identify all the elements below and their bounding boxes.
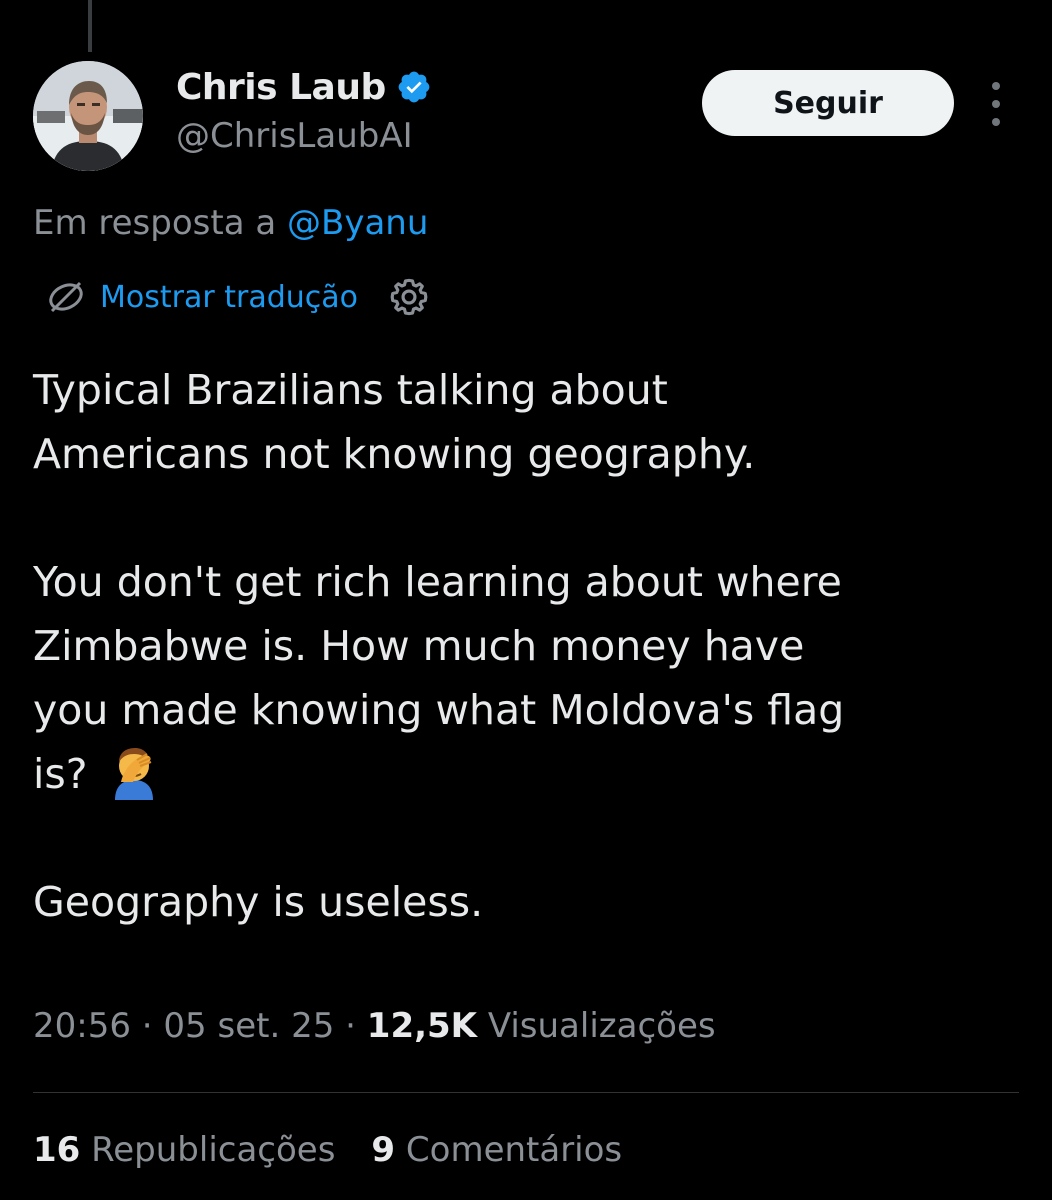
translation-row: Mostrar tradução <box>44 276 430 318</box>
reply-context-prefix: Em resposta a <box>33 203 277 243</box>
engagement-stats: 16 Republicações 9 Comentários <box>33 1130 622 1170</box>
reposts-label: Republicações <box>91 1130 336 1170</box>
views-label: Visualizações <box>487 1006 716 1046</box>
tweet-line: Americans not knowing geography. <box>33 430 756 478</box>
tweet-line: You don't get rich learning about where <box>33 558 842 606</box>
tweet-time[interactable]: 20:56 <box>33 1006 131 1046</box>
reply-mention-link[interactable]: @Byanu <box>287 203 428 243</box>
show-translation-link[interactable]: Mostrar tradução <box>100 280 358 315</box>
author-name-row: Chris Laub <box>176 64 432 110</box>
follow-button[interactable]: Seguir <box>702 70 954 136</box>
thread-connector-line <box>88 0 92 52</box>
avatar-photo <box>33 61 143 171</box>
reposts-count: 16 <box>33 1130 81 1170</box>
author-display-name[interactable]: Chris Laub <box>176 67 386 108</box>
tweet-meta: 20:56 · 05 set. 25 · 12,5K Visualizações <box>33 1006 716 1046</box>
tweet-line-with-emoji: is? <box>33 742 1033 806</box>
tweet-line: Zimbabwe is. How much money have <box>33 622 805 670</box>
reply-context: Em resposta a @Byanu <box>33 203 428 243</box>
tweet-detail-view: Chris Laub @ChrisLaubAI Seguir Em respos… <box>0 0 1052 1200</box>
globe-icon[interactable] <box>44 275 88 319</box>
comments-stat[interactable]: 9 Comentários <box>371 1130 622 1170</box>
avatar[interactable] <box>33 61 143 171</box>
meta-separator: · <box>141 1006 153 1046</box>
author-handle[interactable]: @ChrisLaubAI <box>176 116 413 156</box>
meta-separator: · <box>345 1006 356 1046</box>
comments-label: Comentários <box>405 1130 623 1170</box>
tweet-line: Typical Brazilians talking about <box>33 366 668 414</box>
verified-badge-icon <box>398 71 430 103</box>
tweet-date[interactable]: 05 set. 25 <box>163 1006 334 1046</box>
views-count: 12,5K <box>366 1006 478 1046</box>
tweet-line: is? <box>33 750 88 798</box>
comments-count: 9 <box>371 1130 396 1170</box>
tweet-line: Geography is useless. <box>33 878 484 926</box>
tweet-text: Typical Brazilians talking about America… <box>33 358 1033 934</box>
facepalm-emoji-icon <box>114 748 153 800</box>
reposts-stat[interactable]: 16 Republicações <box>33 1130 335 1170</box>
gear-icon[interactable] <box>388 276 430 318</box>
more-options-icon[interactable] <box>984 82 1008 126</box>
tweet-line: you made knowing what Moldova's flag <box>33 686 845 734</box>
divider <box>33 1092 1019 1093</box>
